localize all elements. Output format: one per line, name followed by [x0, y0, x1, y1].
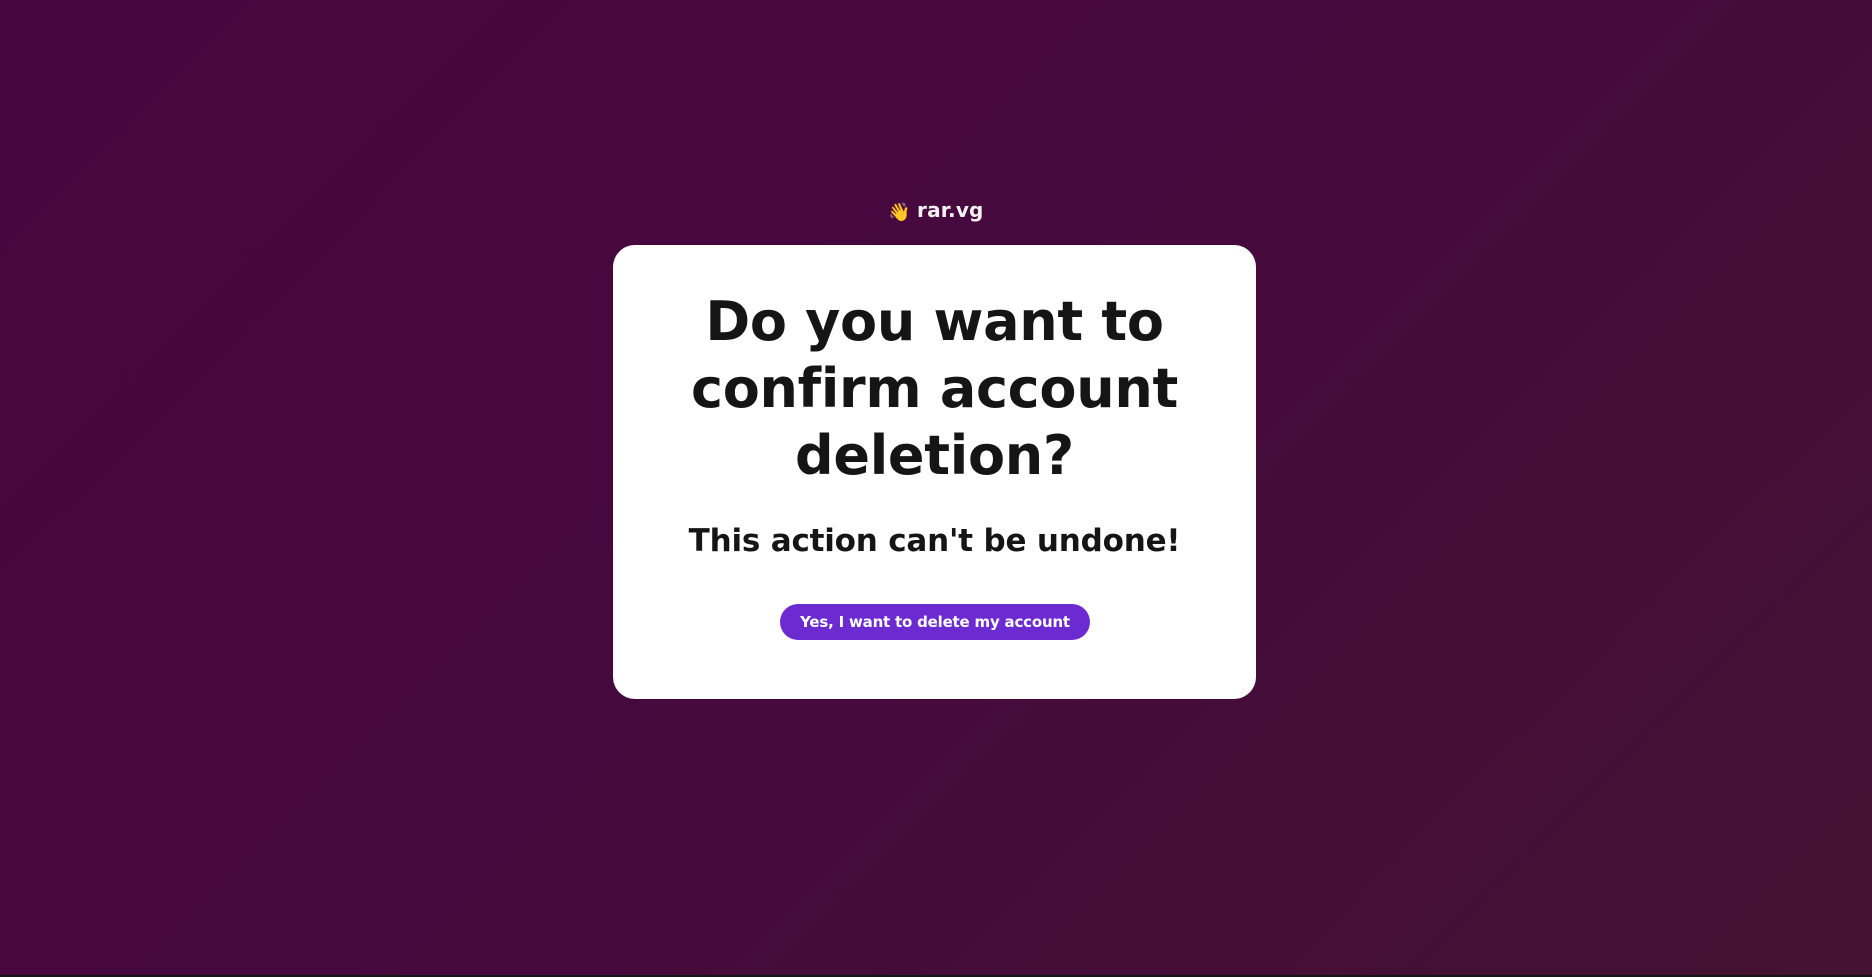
brand-logo: 👋 rar.vg	[0, 197, 1872, 226]
waving-hand-icon: 👋	[888, 202, 912, 223]
confirm-delete-account-button[interactable]: Yes, I want to delete my account	[780, 604, 1090, 640]
warning-message: This action can't be undone!	[688, 523, 1181, 559]
page-background: 👋 rar.vg Do you want to confirm account d…	[0, 0, 1872, 975]
brand-name: rar.vg	[917, 198, 984, 222]
confirmation-dialog: Do you want to confirm account deletion?…	[613, 245, 1256, 699]
dialog-title: Do you want to confirm account deletion?	[690, 290, 1178, 487]
